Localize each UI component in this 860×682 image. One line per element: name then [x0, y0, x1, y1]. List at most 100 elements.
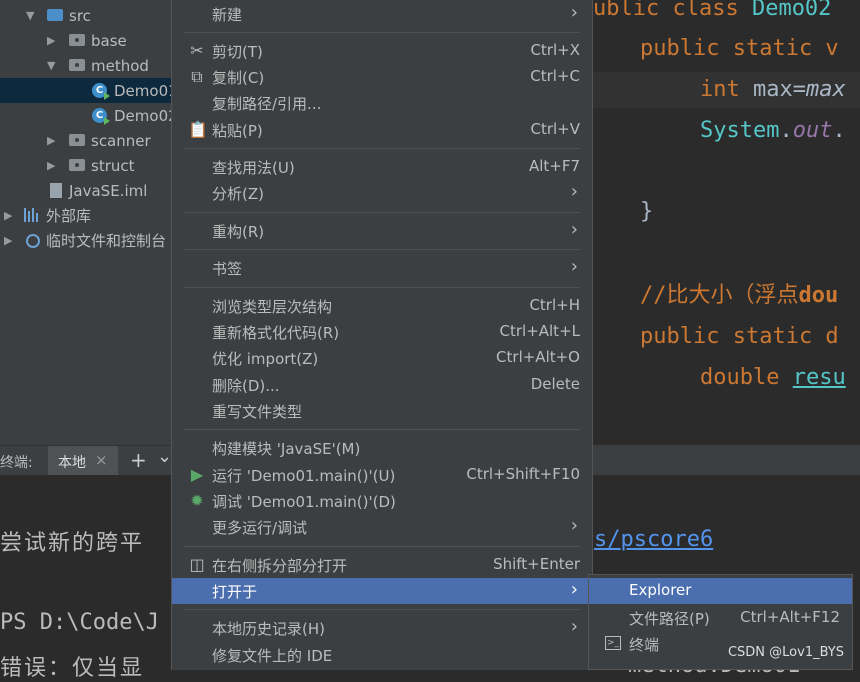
menu-item-override-file-type[interactable]: 重写文件类型: [172, 398, 592, 424]
menu-separator: [184, 287, 580, 288]
code-line: ublic class Demo02: [593, 0, 831, 27]
tree-item-label: 外部库: [46, 207, 92, 225]
chevron-down-icon[interactable]: ▼: [26, 9, 34, 22]
tree-item-scratches[interactable]: ▶ 临时文件和控制台: [0, 228, 172, 253]
tree-item-external-libraries[interactable]: ▶ 外部库: [0, 203, 172, 228]
terminal-tab-local[interactable]: 本地 ×: [48, 446, 118, 476]
menu-separator: [184, 148, 580, 149]
terminal-line: 错误：仅当显: [0, 656, 145, 681]
menu-item-analyze[interactable]: 分析(Z) ›: [172, 180, 592, 206]
menu-item-label: 优化 import(Z): [212, 350, 319, 368]
menu-item-shortcut: Ctrl+Alt+O: [496, 348, 580, 366]
terminal-toolbar-right: [593, 445, 860, 475]
menu-item-label: 复制路径/引用...: [212, 95, 322, 113]
tree-item-label: base: [91, 31, 127, 50]
terminal-label: 终端:: [0, 455, 33, 471]
tree-item-demo01[interactable]: C Demo01: [0, 78, 172, 103]
project-tree: ▼ src ▶ base ▼ method C Demo01 C Demo02 …: [0, 0, 172, 445]
tree-item-demo02[interactable]: C Demo02: [0, 103, 172, 128]
keyword: ublic class: [593, 0, 752, 21]
menu-item-label: 文件路径(P): [629, 610, 710, 628]
menu-item-label: 重写文件类型: [212, 403, 303, 421]
menu-item-new[interactable]: 新建 ›: [172, 1, 592, 27]
menu-item-type-hierarchy[interactable]: 浏览类型层次结构 Ctrl+H: [172, 293, 592, 319]
menu-item-label: 粘贴(P): [212, 122, 263, 140]
submenu-item-file-path[interactable]: 文件路径(P) Ctrl+Alt+F12: [589, 605, 852, 631]
code-text: max=: [752, 77, 806, 102]
tree-item-label: method: [91, 56, 149, 75]
code-editor[interactable]: ublic class Demo02 public static v int m…: [593, 0, 860, 445]
menu-item-delete[interactable]: 删除(D)... Delete: [172, 372, 592, 398]
chevron-down-icon[interactable]: ⌄: [157, 446, 172, 467]
menu-item-label: 打开于: [212, 583, 258, 601]
tab-label: 本地: [58, 455, 86, 471]
package-icon: [69, 59, 85, 71]
terminal-link[interactable]: s/pscore6: [594, 527, 713, 552]
close-icon[interactable]: ×: [95, 451, 108, 469]
menu-item-debug[interactable]: ✹ 调试 'Demo01.main()'(D): [172, 488, 592, 514]
menu-separator: [184, 609, 580, 610]
menu-item-bookmarks[interactable]: 书签 ›: [172, 255, 592, 281]
menu-item-copy-path[interactable]: 复制路径/引用...: [172, 90, 592, 116]
menu-item-shortcut: Shift+Enter: [493, 555, 580, 573]
chevron-right-icon[interactable]: ▶: [4, 234, 12, 247]
menu-item-label: 调试 'Demo01.main()'(D): [212, 493, 396, 511]
menu-item-label: 更多运行/调试: [212, 519, 308, 537]
menu-item-repair-ide[interactable]: 修复文件上的 IDE: [172, 642, 592, 668]
tree-item-src[interactable]: ▼ src: [0, 3, 172, 28]
menu-item-more-run-debug[interactable]: 更多运行/调试 ›: [172, 514, 592, 540]
run-icon: ▶: [190, 465, 204, 484]
menu-item-build-module[interactable]: 构建模块 'JavaSE'(M): [172, 435, 592, 461]
submenu-arrow-icon: ›: [570, 515, 578, 536]
menu-item-copy[interactable]: ⧉ 复制(C) Ctrl+C: [172, 64, 592, 90]
chevron-down-icon[interactable]: ▼: [47, 59, 55, 72]
menu-item-open-in-right-split[interactable]: ◫ 在右侧拆分部分打开 Shift+Enter: [172, 552, 592, 578]
package-icon: [69, 134, 85, 146]
class-name: System: [700, 118, 780, 143]
tree-item-label: JavaSE.iml: [69, 181, 148, 200]
menu-item-label: 重构(R): [212, 223, 265, 241]
menu-item-label: 本地历史记录(H): [212, 620, 325, 638]
copy-icon: ⧉: [191, 67, 203, 86]
menu-item-paste[interactable]: 📋 粘贴(P) Ctrl+V: [172, 117, 592, 143]
tree-item-base[interactable]: ▶ base: [0, 28, 172, 53]
menu-item-reformat-code[interactable]: 重新格式化代码(R) Ctrl+Alt+L: [172, 319, 592, 345]
menu-item-cut[interactable]: ✂ 剪切(T) Ctrl+X: [172, 38, 592, 64]
tree-item-struct[interactable]: ▶ struct: [0, 153, 172, 178]
tree-item-label: 临时文件和控制台: [46, 232, 167, 250]
field-name: out: [792, 118, 833, 143]
tree-item-javase-iml[interactable]: JavaSE.iml: [0, 178, 172, 203]
tree-item-method[interactable]: ▼ method: [0, 53, 172, 78]
submenu-arrow-icon: ›: [570, 219, 578, 240]
package-icon: [69, 159, 85, 171]
keyword: double: [700, 365, 793, 390]
tree-item-scanner[interactable]: ▶ scanner: [0, 128, 172, 153]
chevron-right-icon[interactable]: ▶: [47, 159, 55, 172]
keyword: public static d: [640, 324, 839, 349]
terminal-line: 尝试新的跨平: [0, 531, 145, 556]
chevron-right-icon[interactable]: ▶: [4, 209, 12, 222]
chevron-right-icon[interactable]: ▶: [47, 134, 55, 147]
java-class-icon: C: [92, 83, 110, 100]
menu-item-optimize-imports[interactable]: 优化 import(Z) Ctrl+Alt+O: [172, 345, 592, 371]
terminal-toolbar: 终端: 本地 × + ⌄: [0, 445, 172, 476]
add-tab-icon[interactable]: +: [130, 448, 147, 472]
submenu-arrow-icon: ›: [570, 579, 578, 600]
menu-item-label: 运行 'Demo01.main()'(U): [212, 467, 396, 485]
menu-item-local-history[interactable]: 本地历史记录(H) ›: [172, 615, 592, 641]
menu-item-find-usages[interactable]: 查找用法(U) Alt+F7: [172, 154, 592, 180]
menu-item-open-in[interactable]: 打开于 ›: [172, 578, 592, 604]
menu-item-refactor[interactable]: 重构(R) ›: [172, 218, 592, 244]
menu-item-label: 重新格式化代码(R): [212, 324, 340, 342]
chevron-right-icon[interactable]: ▶: [47, 34, 55, 47]
menu-item-label: 剪切(T): [212, 43, 263, 61]
menu-item-shortcut: Delete: [530, 375, 580, 393]
menu-item-shortcut: Ctrl+X: [530, 41, 580, 59]
submenu-arrow-icon: ›: [570, 181, 578, 202]
menu-item-run[interactable]: ▶ 运行 'Demo01.main()'(U) Ctrl+Shift+F10: [172, 462, 592, 488]
library-icon: [24, 208, 40, 222]
submenu-item-explorer[interactable]: Explorer: [589, 578, 852, 604]
code-text: max: [805, 77, 846, 102]
menu-item-label: 查找用法(U): [212, 159, 295, 177]
tree-item-label: struct: [91, 156, 135, 175]
